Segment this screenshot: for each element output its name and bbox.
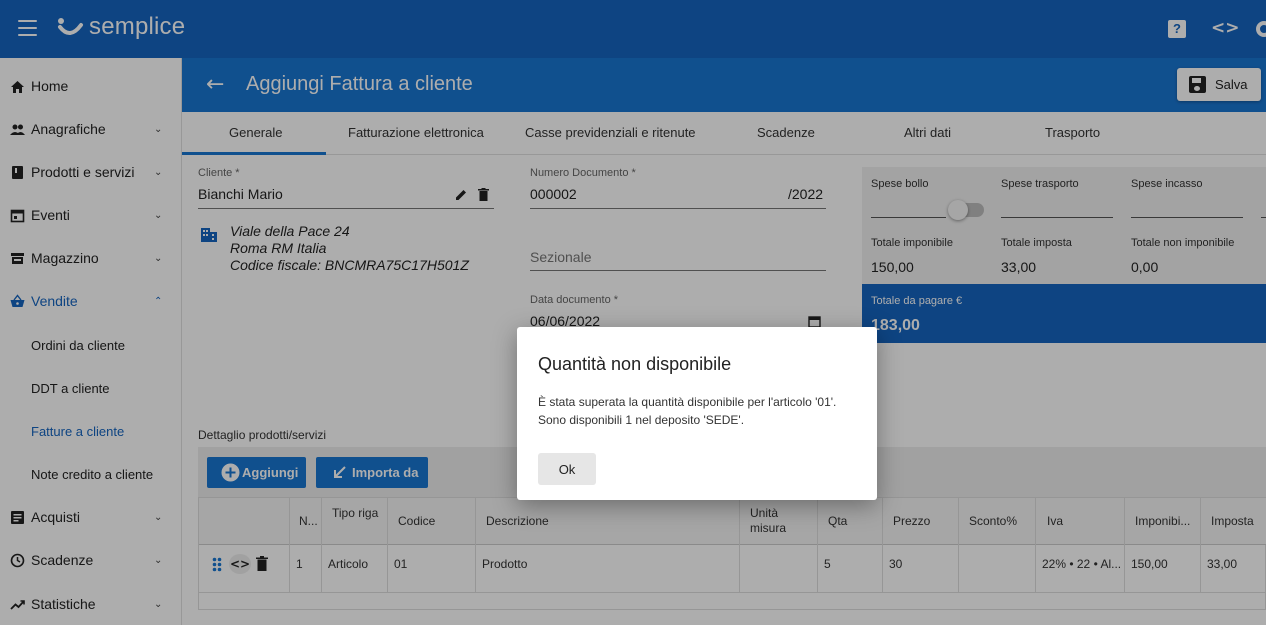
alert-dialog: Quantità non disponibile È stata superat… xyxy=(517,327,877,500)
dialog-message: È stata superata la quantità disponibile… xyxy=(538,393,868,429)
dialog-title: Quantità non disponibile xyxy=(538,354,732,374)
dialog-message-line: Sono disponibili 1 nel deposito 'SEDE'. xyxy=(538,413,745,427)
modal-backdrop[interactable] xyxy=(0,0,1266,625)
dialog-message-line: È stata superata la quantità disponibile… xyxy=(538,395,837,409)
ok-button[interactable]: Ok xyxy=(538,453,596,485)
